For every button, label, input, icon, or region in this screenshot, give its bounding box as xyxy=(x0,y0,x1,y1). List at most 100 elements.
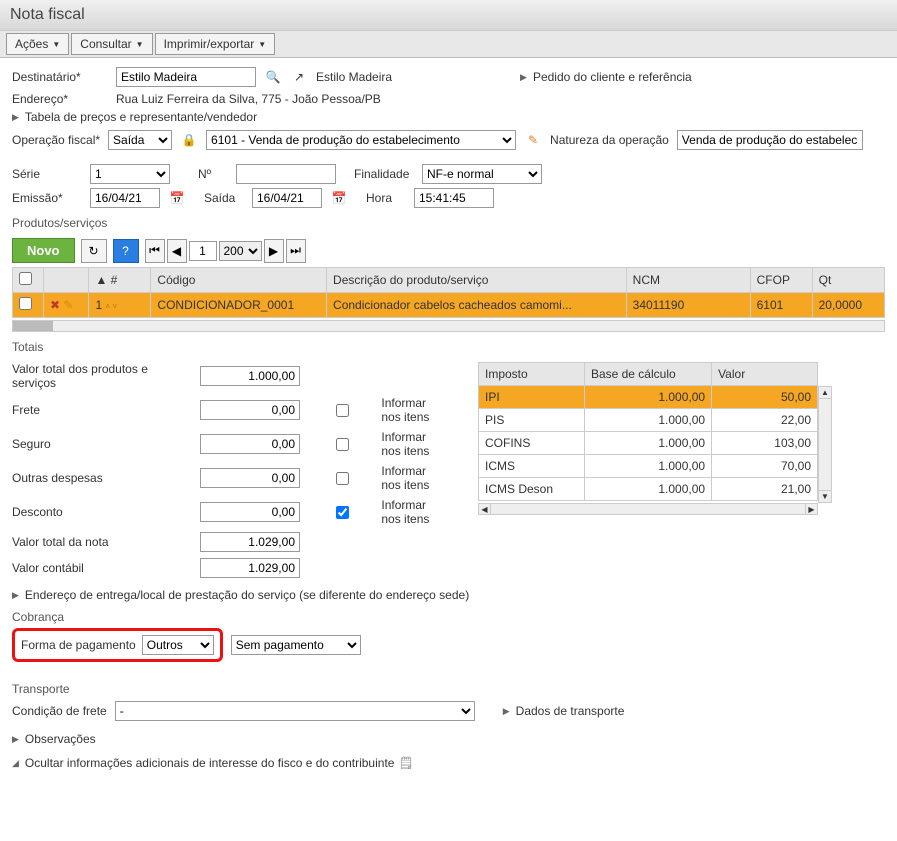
produtos-section-label: Produtos/serviços xyxy=(12,216,885,230)
col-cfop[interactable]: CFOP xyxy=(750,268,812,293)
last-page-button[interactable]: ⏭ xyxy=(286,239,306,263)
produtos-table: ▲ # Código Descrição do produto/serviço … xyxy=(12,267,885,318)
h-scrollbar[interactable] xyxy=(12,320,885,332)
cobranca-section-label: Cobrança xyxy=(12,610,885,624)
col-ncm[interactable]: NCM xyxy=(626,268,750,293)
forma-pagamento-label: Forma de pagamento xyxy=(21,638,136,652)
seguro-informar-checkbox[interactable] xyxy=(308,438,377,451)
menu-acoes[interactable]: Ações▼ xyxy=(6,33,69,55)
dados-transporte-link[interactable]: Dados de transporte xyxy=(503,704,625,718)
forma-pagamento-select[interactable]: Outros xyxy=(142,635,214,655)
page-size-select[interactable]: 200 xyxy=(219,241,262,261)
observacoes-link[interactable]: Observações xyxy=(12,732,885,746)
cell-idx: 1 xyxy=(95,298,102,312)
valor-contabil-input[interactable] xyxy=(200,558,300,578)
tipo-pagamento-select[interactable]: Sem pagamento xyxy=(231,635,361,655)
emissao-input[interactable] xyxy=(90,188,160,208)
calendar-icon[interactable]: 📅 xyxy=(168,189,186,207)
tax-cell-imposto: ICMS Deson xyxy=(479,478,585,501)
outras-label: Outras despesas xyxy=(12,471,192,485)
desconto-input[interactable] xyxy=(200,502,300,522)
valor-produtos-input[interactable] xyxy=(200,366,300,386)
tax-cell-base: 1.000,00 xyxy=(584,478,711,501)
col-qt[interactable]: Qt xyxy=(812,268,884,293)
hora-input[interactable] xyxy=(414,188,494,208)
endereco-label: Endereço* xyxy=(12,92,108,106)
edit-row-icon[interactable]: ✎ xyxy=(63,298,73,312)
destinatario-link[interactable]: Estilo Madeira xyxy=(316,70,392,84)
edit-icon[interactable]: ✎ xyxy=(524,131,542,149)
menu-imprimir[interactable]: Imprimir/exportar▼ xyxy=(155,33,276,55)
valor-nota-input[interactable] xyxy=(200,532,300,552)
natureza-input[interactable] xyxy=(677,130,863,150)
tax-row[interactable]: ICMS1.000,0070,00 xyxy=(479,455,818,478)
tax-col-base[interactable]: Base de cálculo xyxy=(584,363,711,386)
desconto-informar-checkbox[interactable] xyxy=(308,506,377,519)
tax-cell-base: 1.000,00 xyxy=(584,409,711,432)
opfiscal-cfop-select[interactable]: 6101 - Venda de produção do estabelecime… xyxy=(206,130,516,150)
endereco-entrega-link[interactable]: Endereço de entrega/local de prestação d… xyxy=(12,588,885,602)
desconto-label: Desconto xyxy=(12,505,192,519)
menu-imprimir-label: Imprimir/exportar xyxy=(164,37,255,51)
destinatario-input[interactable] xyxy=(116,67,256,87)
col-idx-label: # xyxy=(111,273,118,287)
natureza-label: Natureza da operação xyxy=(550,133,669,147)
tax-row[interactable]: PIS1.000,0022,00 xyxy=(479,409,818,432)
external-link-icon[interactable]: ↗ xyxy=(290,68,308,86)
tax-col-valor[interactable]: Valor xyxy=(712,363,818,386)
pedido-cliente-link[interactable]: Pedido do cliente e referência xyxy=(520,70,692,84)
search-icon[interactable]: 🔍 xyxy=(264,68,282,86)
col-actions xyxy=(43,268,88,293)
informar-label: Informar nos itens xyxy=(381,498,448,526)
serie-label: Série xyxy=(12,167,82,181)
next-page-button[interactable]: ▶ xyxy=(264,239,284,263)
tax-v-scrollbar[interactable]: ▲▼ xyxy=(818,386,832,503)
tabela-precos-link[interactable]: Tabela de preços e representante/vendedo… xyxy=(12,110,885,124)
frete-input[interactable] xyxy=(200,400,300,420)
calendar-icon[interactable]: 📅 xyxy=(330,189,348,207)
serie-select[interactable]: 1 xyxy=(90,164,170,184)
menubar: Ações▼ Consultar▼ Imprimir/exportar▼ xyxy=(0,31,897,58)
ocultar-info-label: Ocultar informações adicionais de intere… xyxy=(25,756,395,770)
col-codigo[interactable]: Código xyxy=(151,268,327,293)
page-number-input[interactable] xyxy=(189,241,217,261)
outras-informar-checkbox[interactable] xyxy=(308,472,377,485)
ocultar-info-link[interactable]: Ocultar informações adicionais de intere… xyxy=(12,756,885,770)
cell-descricao: Condicionador cabelos cacheados camomi..… xyxy=(327,293,627,318)
numero-input[interactable] xyxy=(236,164,336,184)
tax-cell-valor: 21,00 xyxy=(712,478,818,501)
tax-row[interactable]: COFINS1.000,00103,00 xyxy=(479,432,818,455)
help-button[interactable]: ? xyxy=(113,239,139,263)
frete-informar-checkbox[interactable] xyxy=(308,404,377,417)
first-page-button[interactable]: ⏮ xyxy=(145,239,165,263)
tax-h-scrollbar[interactable]: ◀▶ xyxy=(478,503,818,515)
menu-consultar[interactable]: Consultar▼ xyxy=(71,33,152,55)
tax-row[interactable]: IPI1.000,0050,00 xyxy=(479,386,818,409)
valor-produtos-label: Valor total dos produtos e serviços xyxy=(12,362,192,390)
numero-label: Nº xyxy=(198,167,228,181)
select-all-checkbox[interactable] xyxy=(19,272,32,285)
valor-contabil-label: Valor contábil xyxy=(12,561,192,575)
novo-button[interactable]: Novo xyxy=(12,238,75,263)
tax-cell-base: 1.000,00 xyxy=(584,386,711,409)
col-descricao[interactable]: Descrição do produto/serviço xyxy=(327,268,627,293)
window-title: Nota fiscal xyxy=(0,0,897,31)
condicao-frete-select[interactable]: - xyxy=(115,701,475,721)
saida-input[interactable] xyxy=(252,188,322,208)
refresh-button[interactable]: ↻ xyxy=(81,239,107,263)
menu-consultar-label: Consultar xyxy=(80,37,131,51)
delete-row-icon[interactable]: ✖ xyxy=(50,298,60,312)
table-row[interactable]: ✖ ✎ 1 ˄ ˅ CONDICIONADOR_0001 Condicionad… xyxy=(13,293,885,318)
tax-row[interactable]: ICMS Deson1.000,0021,00 xyxy=(479,478,818,501)
finalidade-select[interactable]: NF-e normal xyxy=(422,164,542,184)
seguro-input[interactable] xyxy=(200,434,300,454)
row-checkbox[interactable] xyxy=(19,297,32,310)
col-idx[interactable]: ▲ # xyxy=(89,268,151,293)
prev-page-button[interactable]: ◀ xyxy=(167,239,187,263)
tax-col-imposto[interactable]: Imposto xyxy=(479,363,585,386)
cell-qt: 20,0000 xyxy=(812,293,884,318)
outras-input[interactable] xyxy=(200,468,300,488)
opfiscal-tipo-select[interactable]: Saída xyxy=(108,130,172,150)
tax-cell-base: 1.000,00 xyxy=(584,455,711,478)
seguro-label: Seguro xyxy=(12,437,192,451)
